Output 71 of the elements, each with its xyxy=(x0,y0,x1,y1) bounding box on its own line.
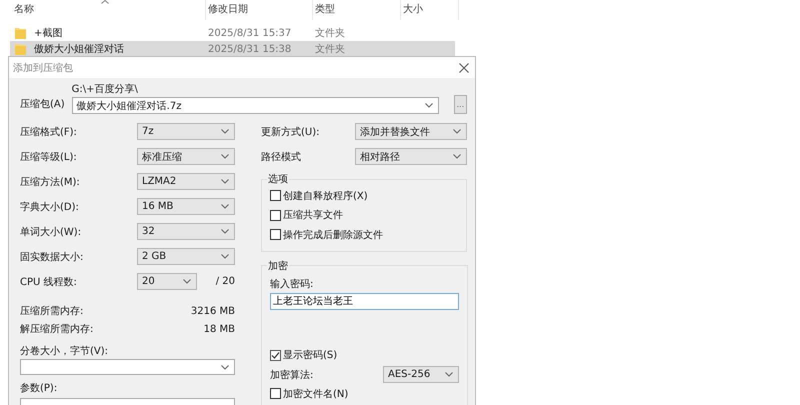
checkbox-option[interactable]: 操作完成后删除源文件 xyxy=(270,225,458,244)
memory-value: 18 MB xyxy=(204,324,235,334)
field-label: 压缩等级(L): xyxy=(20,150,78,164)
dropdown[interactable]: 32 xyxy=(137,223,235,240)
dropdown[interactable]: LZMA2 xyxy=(137,173,235,190)
field-label: 更新方式(U): xyxy=(261,126,320,138)
folder-icon xyxy=(15,43,26,55)
dropdown[interactable]: 添加并替换文件 xyxy=(355,123,467,140)
chevron-icon xyxy=(221,229,229,234)
check-icon xyxy=(271,350,280,360)
chevron-icon xyxy=(424,103,433,108)
field-label: 固实数据大小: xyxy=(20,250,84,264)
folder-icon xyxy=(15,27,26,39)
file-name: 傲娇大小姐催淫对话 xyxy=(34,42,124,56)
sort-caret-icon xyxy=(101,0,109,4)
field-label: 分卷大小，字节(V): xyxy=(20,344,110,357)
file-row[interactable]: +截图 2025/8/31 15:37 文件夹 xyxy=(10,25,455,41)
close-icon[interactable] xyxy=(459,62,469,72)
field-label: 压缩方法(M): xyxy=(20,176,81,188)
checkbox-option[interactable]: 压缩共享文件 xyxy=(270,206,458,225)
archive-path: G:\+百度分享\ xyxy=(72,82,139,96)
chevron-icon xyxy=(221,204,229,209)
file-row[interactable]: 傲娇大小姐催淫对话 2025/8/31 15:38 文件夹 xyxy=(10,41,455,57)
column-header[interactable]: 大小 xyxy=(401,0,459,20)
chevron-icon xyxy=(221,254,229,259)
volume-size-combo[interactable] xyxy=(20,359,235,375)
checkbox-option[interactable]: 创建自释放程序(X) xyxy=(270,186,458,206)
chevron-icon xyxy=(453,129,461,134)
column-header[interactable]: 名称 xyxy=(12,0,206,20)
memory-value: 3216 MB xyxy=(190,306,235,316)
password-field[interactable]: 上老王论坛当老王 xyxy=(270,292,459,310)
modified-date: 2025/8/31 15:38 xyxy=(207,42,292,56)
column-header[interactable]: 类型 xyxy=(313,0,401,20)
chevron-icon xyxy=(445,372,453,377)
checkbox-option[interactable]: 加密文件名(N) xyxy=(270,384,459,404)
chevron-icon xyxy=(221,154,229,159)
dropdown[interactable]: 标准压缩 xyxy=(137,148,235,165)
thread-max: / 20 xyxy=(216,276,235,287)
chevron-icon xyxy=(221,364,229,370)
dropdown[interactable]: 7z xyxy=(137,123,235,140)
field-label: 压缩格式(F): xyxy=(20,126,78,138)
dropdown[interactable]: 20 xyxy=(137,273,197,290)
field-label: 单词大小(W): xyxy=(20,226,82,238)
dropdown[interactable]: 2 GB xyxy=(137,248,235,265)
column-header[interactable]: 修改日期 xyxy=(206,0,313,20)
field-label: 解压缩所需内存: xyxy=(20,322,94,336)
field-label: 压缩包(A) xyxy=(20,98,65,112)
field-label: 参数(P): xyxy=(20,382,58,394)
field-label: 加密算法: xyxy=(270,368,314,382)
field-label: 路径模式 xyxy=(261,150,302,164)
file-name: +截图 xyxy=(34,26,62,40)
chevron-icon xyxy=(183,279,191,284)
modified-date: 2025/8/31 15:37 xyxy=(207,26,292,40)
dropdown[interactable]: AES-256 xyxy=(383,366,459,383)
window-title: 添加到压缩包 xyxy=(13,62,73,74)
file-type: 文件夹 xyxy=(314,26,346,41)
field-label: CPU 线程数: xyxy=(20,276,78,288)
chevron-icon xyxy=(221,179,229,184)
chevron-icon xyxy=(221,129,229,134)
checkbox-option[interactable]: 显示密码(S) xyxy=(270,346,459,365)
dropdown[interactable]: 16 MB xyxy=(137,198,235,215)
chevron-icon xyxy=(453,154,461,159)
archive-name-combo[interactable]: 傲娇大小姐催淫对话.7z xyxy=(72,97,439,114)
field-label: 输入密码: xyxy=(270,278,314,290)
group-title: 加密 xyxy=(267,260,289,272)
browse-button[interactable]: ... xyxy=(454,95,467,114)
file-type: 文件夹 xyxy=(314,42,346,57)
field-label: 压缩所需内存: xyxy=(20,304,84,318)
field-label: 字典大小(D): xyxy=(20,200,80,214)
group-title: 选项 xyxy=(267,172,289,186)
dropdown[interactable]: 相对路径 xyxy=(355,148,467,165)
